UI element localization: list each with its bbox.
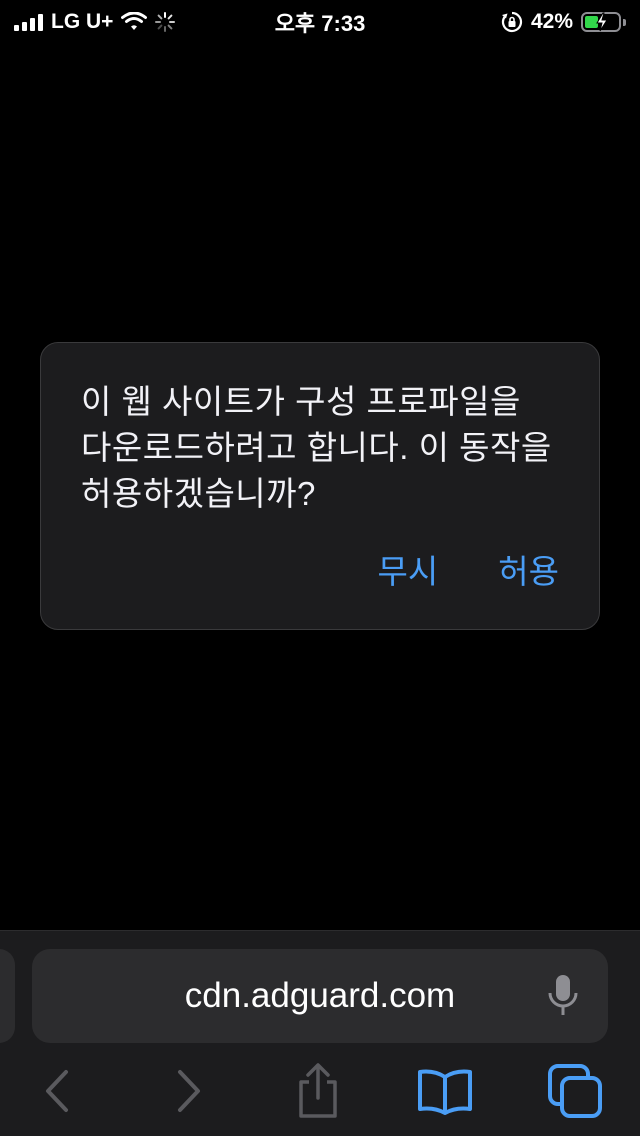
alert-message: 이 웹 사이트가 구성 프로파일을 다운로드하려고 합니다. 이 동작을 허용하…	[81, 383, 552, 512]
forward-icon[interactable]	[154, 1056, 224, 1126]
navigation-toolbar	[0, 1056, 640, 1126]
alert-actions: 무시 허용	[378, 545, 559, 593]
battery-charging-icon	[581, 12, 626, 32]
url-text: cdn.adguard.com	[184, 976, 456, 1015]
status-bar: LG U+ 오후 7:33 42%	[0, 0, 640, 44]
browser-toolbar: cdn.adguard.com	[0, 930, 640, 1136]
share-icon[interactable]	[283, 1056, 353, 1126]
screen: LG U+ 오후 7:33 42% 이 웹 사이트가 구성 프로파일을 다운로드…	[0, 0, 640, 1136]
bookmarks-icon[interactable]	[410, 1056, 480, 1126]
battery-percent: 42%	[530, 10, 573, 33]
status-right: 42%	[501, 10, 626, 34]
tabs-icon[interactable]	[540, 1056, 610, 1126]
back-icon[interactable]	[22, 1056, 92, 1126]
microphone-icon[interactable]	[546, 973, 580, 1019]
allow-button[interactable]: 허용	[498, 545, 559, 593]
ignore-button[interactable]: 무시	[378, 545, 439, 593]
address-bar[interactable]: cdn.adguard.com	[32, 949, 608, 1043]
previous-tab-edge[interactable]	[0, 949, 15, 1043]
carrier-label: LG U+	[51, 10, 114, 33]
activity-spinner-icon	[155, 12, 176, 32]
wifi-icon	[121, 12, 148, 30]
signal-icon	[14, 13, 43, 31]
profile-download-alert: 이 웹 사이트가 구성 프로파일을 다운로드하려고 합니다. 이 동작을 허용하…	[40, 342, 600, 630]
status-left: LG U+	[14, 10, 176, 34]
orientation-lock-icon	[501, 11, 523, 33]
